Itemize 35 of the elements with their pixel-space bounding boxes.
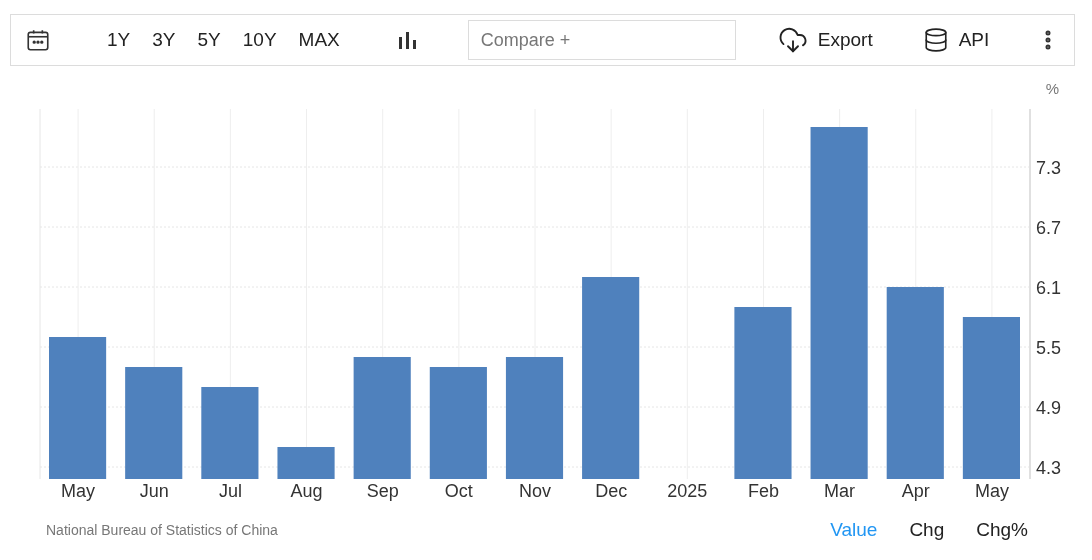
- x-tick-label: Oct: [444, 481, 473, 501]
- y-tick-label: 7.3: [1036, 158, 1062, 178]
- range-tab[interactable]: 3Y: [152, 25, 176, 55]
- view-tab[interactable]: Chg: [909, 516, 945, 545]
- x-tick-label: Feb: [747, 481, 779, 501]
- compare-field[interactable]: Compare +: [467, 20, 736, 60]
- unit-label: %: [1045, 79, 1059, 98]
- x-tick-label: 2025: [667, 481, 708, 501]
- x-tick-label: May: [974, 481, 1009, 501]
- range-tab[interactable]: 5Y: [197, 25, 221, 55]
- y-tick-label: 5.5: [1036, 338, 1062, 358]
- x-tick-label: Jul: [218, 481, 242, 501]
- view-tab[interactable]: Chg%: [976, 516, 1028, 545]
- x-tick-label: Sep: [366, 481, 399, 501]
- range-tab[interactable]: MAX: [298, 25, 340, 55]
- x-tick-label: Aug: [290, 481, 323, 501]
- x-tick-label: Nov: [519, 481, 551, 501]
- bar: [277, 447, 335, 479]
- cloud-download-icon: [777, 25, 808, 55]
- api-button[interactable]: API: [922, 25, 990, 55]
- database-icon: [922, 27, 949, 53]
- source-text: National Bureau of Statistics of China: [46, 520, 278, 540]
- y-tick-label: 6.7: [1036, 218, 1062, 238]
- y-tick-label: 4.3: [1036, 458, 1062, 478]
- x-tick-label: Dec: [595, 481, 628, 501]
- y-tick-label: 4.9: [1036, 398, 1062, 418]
- x-tick-label: May: [61, 481, 96, 501]
- range-tab[interactable]: 10Y: [242, 25, 277, 55]
- export-button[interactable]: Export: [777, 25, 873, 55]
- x-tick-label: Mar: [824, 481, 856, 501]
- y-tick-label: 6.1: [1036, 278, 1062, 298]
- range-tab[interactable]: 1Y: [107, 25, 131, 55]
- x-tick-label: Apr: [901, 481, 930, 501]
- calendar-icon[interactable]: [25, 27, 51, 53]
- x-tick-label: Jun: [139, 481, 169, 501]
